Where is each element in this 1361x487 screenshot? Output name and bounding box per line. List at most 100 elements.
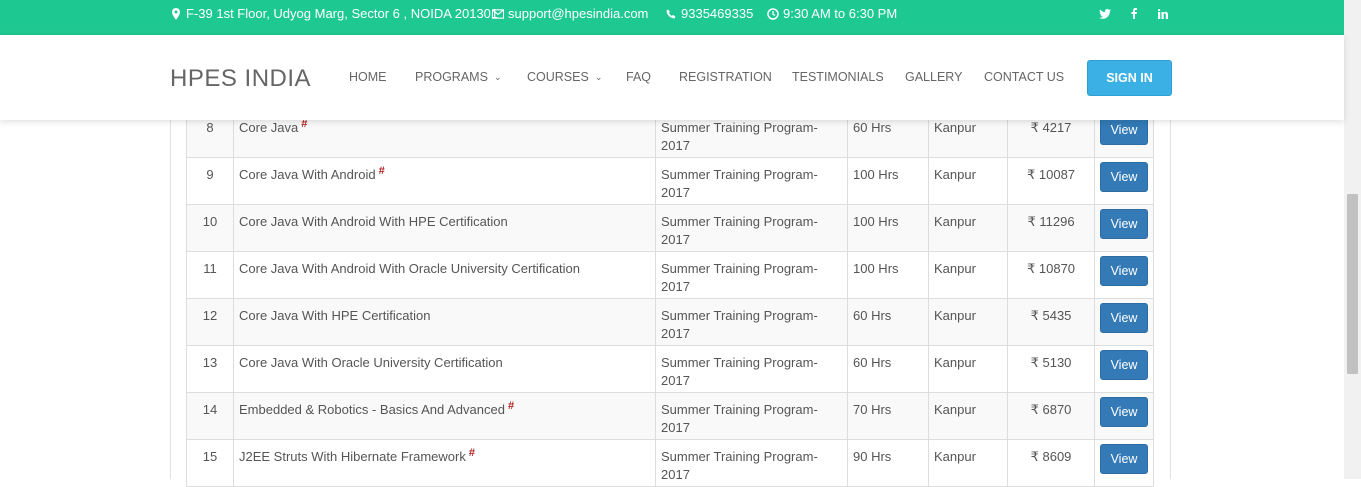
phone-info: 9335469335: [665, 6, 753, 21]
price-cell: ₹ 11296: [1007, 204, 1095, 252]
email-text[interactable]: support@hpesindia.com: [508, 6, 648, 21]
hours-text: 9:30 AM to 6:30 PM: [783, 6, 898, 21]
nav-courses[interactable]: COURSES ⌄: [527, 70, 602, 84]
address-text: F-39 1st Floor, Udyog Marg, Sector 6 , N…: [186, 6, 499, 21]
nav-programs[interactable]: PROGRAMS ⌄: [415, 70, 501, 84]
program-name: Summer Training Program-2017: [655, 251, 848, 299]
nav-courses-label: COURSES: [527, 70, 589, 84]
price-value: 6870: [1042, 402, 1072, 417]
action-cell: View: [1094, 157, 1154, 205]
price-cell: ₹ 6870: [1007, 392, 1095, 440]
rupee-icon: ₹: [1030, 120, 1039, 135]
program-name: Summer Training Program-2017: [655, 204, 848, 252]
twitter-icon[interactable]: [1099, 8, 1111, 22]
site-logo[interactable]: HPES INDIA: [170, 65, 311, 93]
price-cell: ₹ 8609: [1007, 439, 1095, 487]
nav-gallery[interactable]: GALLERY: [905, 70, 962, 84]
view-button[interactable]: View: [1100, 350, 1148, 380]
course-name: Core Java With Android: [239, 167, 376, 182]
view-button[interactable]: View: [1100, 162, 1148, 192]
phone-text: 9335469335: [681, 6, 754, 21]
vertical-scrollbar[interactable]: [1344, 0, 1361, 479]
action-cell: View: [1094, 204, 1154, 252]
course-name-cell: Core Java With Android With HPE Certific…: [233, 204, 656, 252]
nav-contact-us[interactable]: CONTACT US: [984, 70, 1064, 84]
email-info[interactable]: support@hpesindia.com: [492, 6, 648, 21]
hash-mark: #: [507, 400, 515, 412]
location: Kanpur: [928, 439, 1008, 487]
envelope-icon: [492, 8, 504, 20]
hours-info: 9:30 AM to 6:30 PM: [767, 6, 897, 21]
price-value: 8609: [1042, 449, 1072, 464]
address-info: F-39 1st Floor, Udyog Marg, Sector 6 , N…: [170, 6, 498, 21]
view-button[interactable]: View: [1100, 256, 1148, 286]
view-button[interactable]: View: [1100, 397, 1148, 427]
scrollbar-thumb[interactable]: [1347, 194, 1358, 374]
program-name: Summer Training Program-2017: [655, 439, 848, 487]
duration: 60 Hrs: [847, 298, 929, 346]
course-name-cell: Core Java With Android With Oracle Unive…: [233, 251, 656, 299]
price-value: 10087: [1038, 167, 1076, 182]
location: Kanpur: [928, 345, 1008, 393]
rupee-icon: ₹: [1030, 449, 1039, 464]
hash-mark: #: [468, 447, 475, 459]
action-cell: View: [1094, 345, 1154, 393]
nav-home[interactable]: HOME: [349, 70, 387, 84]
duration: 70 Hrs: [847, 392, 929, 440]
duration: 100 Hrs: [847, 157, 929, 205]
linkedin-icon[interactable]: [1158, 8, 1168, 22]
table-row: 10 Core Java With Android With HPE Certif…: [186, 204, 1154, 252]
facebook-icon[interactable]: [1131, 8, 1137, 22]
course-name-cell: Core Java With HPE Certification: [233, 298, 656, 346]
price-value: 11296: [1039, 214, 1075, 229]
action-cell: View: [1094, 392, 1154, 440]
row-number: 15: [186, 439, 234, 487]
duration: 90 Hrs: [847, 439, 929, 487]
sign-in-button[interactable]: SIGN IN: [1087, 60, 1172, 96]
course-name: Core Java With HPE Certification: [239, 308, 431, 323]
table-row: 15 J2EE Struts With Hibernate Framework # S…: [186, 439, 1154, 487]
duration: 100 Hrs: [847, 251, 929, 299]
rupee-icon: ₹: [1026, 261, 1036, 276]
location: Kanpur: [928, 251, 1008, 299]
rupee-icon: ₹: [1026, 167, 1036, 182]
table-row: 14 Embedded & Robotics - Basics And Advan…: [186, 392, 1154, 440]
location: Kanpur: [928, 392, 1008, 440]
row-number: 10: [186, 204, 234, 252]
hash-mark: #: [378, 165, 385, 177]
course-name-cell: J2EE Struts With Hibernate Framework #: [233, 439, 656, 487]
row-number: 13: [186, 345, 234, 393]
view-button[interactable]: View: [1100, 444, 1148, 474]
nav-faq[interactable]: FAQ: [626, 70, 651, 84]
clock-icon: [767, 7, 779, 20]
price-value: 5435: [1042, 308, 1072, 323]
location: Kanpur: [928, 298, 1008, 346]
duration: 100 Hrs: [847, 204, 929, 252]
location: Kanpur: [928, 157, 1008, 205]
price-cell: ₹ 5435: [1007, 298, 1095, 346]
action-cell: View: [1094, 251, 1154, 299]
program-name: Summer Training Program-2017: [655, 298, 848, 346]
nav-testimonials[interactable]: TESTIMONIALS: [792, 70, 884, 84]
map-marker-icon: [170, 7, 182, 20]
course-name: Core Java: [239, 120, 299, 135]
nav-registration[interactable]: REGISTRATION: [679, 70, 772, 84]
location: Kanpur: [928, 204, 1008, 252]
course-name: J2EE Struts With Hibernate Framework: [239, 449, 466, 464]
program-name: Summer Training Program-2017: [655, 157, 848, 205]
rupee-icon: ₹: [1030, 402, 1039, 417]
nav-programs-label: PROGRAMS: [415, 70, 488, 84]
view-button[interactable]: View: [1100, 209, 1148, 239]
top-info-bar: F-39 1st Floor, Udyog Marg, Sector 6 , N…: [0, 0, 1344, 35]
course-name: Embedded & Robotics - Basics And Advance…: [239, 402, 505, 417]
row-number: 9: [186, 157, 234, 205]
table-row: 12 Core Java With HPE Certification Summer…: [186, 298, 1154, 346]
view-button[interactable]: View: [1100, 303, 1148, 333]
row-number: 12: [186, 298, 234, 346]
course-name-cell: Core Java With Oracle University Certifi…: [233, 345, 656, 393]
courses-table: 8 Core Java # Summer Training Program-2017 6…: [186, 110, 1154, 487]
chevron-down-icon: ⌄: [594, 72, 603, 82]
rupee-icon: ₹: [1030, 355, 1039, 370]
row-number: 14: [186, 392, 234, 440]
main-header: HPES INDIA HOME PROGRAMS ⌄ COURSES ⌄ FAQ R…: [0, 35, 1344, 120]
